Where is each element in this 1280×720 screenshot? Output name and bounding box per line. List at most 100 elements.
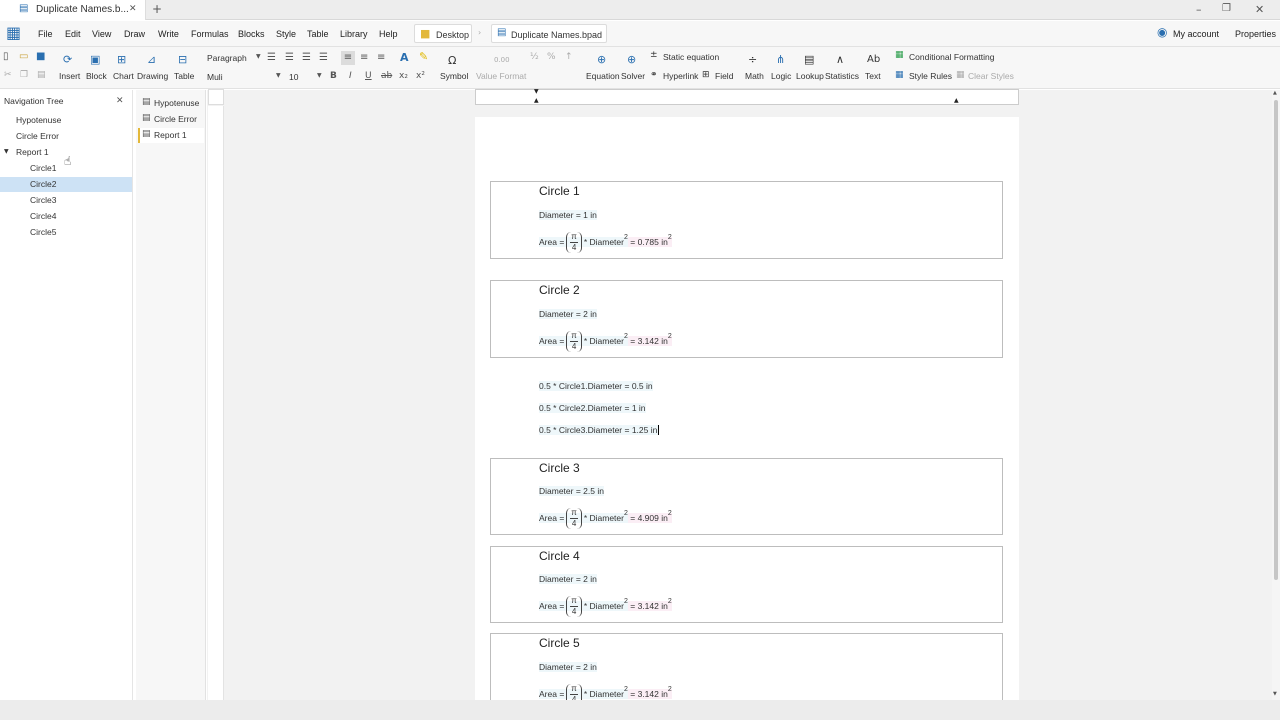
insert-icon[interactable]: ⟳ bbox=[63, 54, 72, 65]
expand-triangle-icon[interactable]: ▼ bbox=[4, 149, 9, 155]
chart-icon[interactable]: ⊞ bbox=[117, 54, 126, 65]
lookup-icon[interactable]: ▤ bbox=[804, 54, 814, 65]
nav-item-circle-error[interactable]: Circle Error bbox=[0, 129, 132, 144]
menu-help[interactable]: Help bbox=[379, 29, 398, 39]
solver-icon[interactable]: ⊕ bbox=[627, 54, 636, 65]
bold-icon[interactable]: B bbox=[330, 72, 337, 81]
region-title[interactable]: Circle 5 bbox=[539, 636, 580, 650]
hyperlink-button[interactable]: Hyperlink bbox=[663, 71, 698, 81]
strikethrough-icon[interactable]: ab bbox=[381, 72, 392, 81]
static-equation-button[interactable]: Static equation bbox=[663, 52, 719, 62]
text-button[interactable]: Text bbox=[865, 71, 881, 81]
my-account-button[interactable]: My account bbox=[1173, 29, 1219, 39]
scrollbar-thumb[interactable] bbox=[1274, 100, 1278, 580]
superscript-icon[interactable]: x² bbox=[416, 72, 425, 81]
region-title[interactable]: Circle 2 bbox=[539, 283, 580, 297]
restore-button[interactable]: ❐ bbox=[1222, 4, 1231, 14]
value-format-button[interactable]: Value Format bbox=[476, 71, 526, 81]
solver-button[interactable]: Solver bbox=[621, 71, 645, 81]
logic-button[interactable]: Logic bbox=[771, 71, 791, 81]
outdent-icon[interactable]: ☰ bbox=[302, 53, 311, 63]
menu-style[interactable]: Style bbox=[276, 29, 296, 39]
text-icon[interactable]: Ab bbox=[867, 55, 880, 65]
breadcrumb-folder[interactable]: ■ Desktop bbox=[414, 24, 472, 43]
symbol-button[interactable]: Symbol bbox=[440, 71, 468, 81]
field-button[interactable]: Field bbox=[715, 71, 733, 81]
region-circle-2[interactable]: Circle 2 Diameter = 2 in Area = π 4 * Diame… bbox=[490, 280, 1003, 358]
diameter-equation[interactable]: Diameter = 2 in bbox=[539, 662, 597, 672]
clear-styles-button[interactable]: Clear Styles bbox=[968, 71, 1014, 81]
menu-view[interactable]: View bbox=[92, 29, 111, 39]
italic-icon[interactable]: I bbox=[349, 72, 352, 81]
percent-icon[interactable]: % bbox=[547, 53, 556, 62]
nav-item-circle4[interactable]: Circle4 bbox=[0, 209, 132, 224]
table-icon[interactable]: ⊟ bbox=[178, 54, 187, 65]
align-right-icon[interactable]: ≡ bbox=[377, 53, 385, 63]
table-button[interactable]: Table bbox=[174, 71, 194, 81]
font-select[interactable]: Muli ▼ bbox=[205, 71, 283, 84]
new-tab-button[interactable]: + bbox=[152, 3, 162, 15]
symbol-icon[interactable]: Ω bbox=[448, 55, 456, 66]
page-tab-hypotenuse[interactable]: ▤ Hypotenuse bbox=[138, 96, 204, 111]
statistics-icon[interactable]: ∧ bbox=[836, 54, 844, 65]
font-size-select[interactable]: 10 ▼ bbox=[287, 71, 324, 84]
logic-icon[interactable]: ⋔ bbox=[776, 54, 785, 65]
nav-item-circle2[interactable]: Circle2 bbox=[0, 177, 132, 192]
subscript-icon[interactable]: x₂ bbox=[399, 72, 408, 81]
page-tab-circle-error[interactable]: ▤ Circle Error bbox=[138, 112, 204, 127]
expression-circle1-diameter[interactable]: 0.5 * Circle1.Diameter = 0.5 in bbox=[539, 381, 653, 391]
menu-edit[interactable]: Edit bbox=[65, 29, 81, 39]
style-rules-button[interactable]: Style Rules bbox=[909, 71, 952, 81]
menu-write[interactable]: Write bbox=[158, 29, 179, 39]
copy-icon[interactable]: ❐ bbox=[20, 71, 28, 80]
close-window-button[interactable]: ✕ bbox=[1255, 4, 1264, 15]
diameter-equation[interactable]: Diameter = 2 in bbox=[539, 309, 597, 319]
value-format-icon[interactable]: 0.00 bbox=[494, 57, 510, 64]
drawing-button[interactable]: Drawing bbox=[137, 71, 168, 81]
equation-button[interactable]: Equation bbox=[586, 71, 620, 81]
properties-button[interactable]: Properties bbox=[1235, 29, 1276, 39]
new-file-icon[interactable]: ▯ bbox=[3, 52, 9, 62]
statistics-button[interactable]: Statistics bbox=[825, 71, 859, 81]
open-file-icon[interactable]: ▭ bbox=[19, 52, 28, 62]
app-logo-icon[interactable]: ▦ bbox=[6, 25, 21, 41]
nav-item-circle3[interactable]: Circle3 bbox=[0, 193, 132, 208]
minimize-button[interactable]: – bbox=[1196, 4, 1202, 15]
region-title[interactable]: Circle 3 bbox=[539, 461, 580, 475]
right-margin-marker-icon[interactable]: ▲ bbox=[954, 98, 959, 104]
menu-draw[interactable]: Draw bbox=[124, 29, 145, 39]
drawing-icon[interactable]: ⊿ bbox=[147, 54, 156, 65]
region-circle-4[interactable]: Circle 4 Diameter = 2 in Area = π 4 * Diame… bbox=[490, 546, 1003, 623]
region-circle-5[interactable]: Circle 5 Diameter = 2 in Area = π 4 * Diame… bbox=[490, 633, 1003, 700]
document-tab[interactable]: ▤ Duplicate Names.b... ✕ bbox=[0, 0, 146, 20]
close-panel-icon[interactable]: ✕ bbox=[116, 97, 124, 106]
lookup-button[interactable]: Lookup bbox=[796, 71, 824, 81]
numbered-list-icon[interactable]: ☰ bbox=[285, 53, 294, 63]
region-title[interactable]: Circle 1 bbox=[539, 184, 580, 198]
align-left-icon[interactable]: ≡ bbox=[341, 51, 355, 65]
bullet-list-icon[interactable]: ☰ bbox=[267, 53, 276, 63]
diameter-equation[interactable]: Diameter = 1 in bbox=[539, 210, 597, 220]
chart-button[interactable]: Chart bbox=[113, 71, 134, 81]
left-indent-marker-icon[interactable]: ▲ bbox=[534, 98, 539, 104]
conditional-formatting-button[interactable]: Conditional Formatting bbox=[909, 52, 995, 62]
font-color-icon[interactable]: A bbox=[400, 52, 409, 63]
scroll-up-icon[interactable]: ▲ bbox=[1273, 91, 1277, 96]
area-equation[interactable]: Area = π 4 * Diameter 2 = 3.142 in2 bbox=[539, 684, 672, 700]
underline-icon[interactable]: U bbox=[365, 72, 372, 81]
menu-table[interactable]: Table bbox=[307, 29, 329, 39]
menu-blocks[interactable]: Blocks bbox=[238, 29, 265, 39]
fraction-icon[interactable]: ½ bbox=[530, 53, 539, 62]
indent-icon[interactable]: ☰ bbox=[319, 53, 328, 63]
region-title[interactable]: Circle 4 bbox=[539, 549, 580, 563]
diameter-equation[interactable]: Diameter = 2.5 in bbox=[539, 486, 604, 496]
insert-button[interactable]: Insert bbox=[59, 71, 80, 81]
save-icon[interactable]: ■ bbox=[36, 52, 45, 62]
block-button[interactable]: Block bbox=[86, 71, 107, 81]
scroll-down-icon[interactable]: ▼ bbox=[1273, 692, 1277, 697]
area-equation[interactable]: Area = π 4 * Diameter2 = 4.909 in2 bbox=[539, 508, 672, 529]
menu-library[interactable]: Library bbox=[340, 29, 368, 39]
region-circle-1[interactable]: Circle 1 Diameter = 1 in Area = π 4 * Diame… bbox=[490, 181, 1003, 259]
breadcrumb-file[interactable]: ▤ Duplicate Names.bpad bbox=[491, 24, 607, 43]
nav-item-circle5[interactable]: Circle5 bbox=[0, 225, 132, 240]
